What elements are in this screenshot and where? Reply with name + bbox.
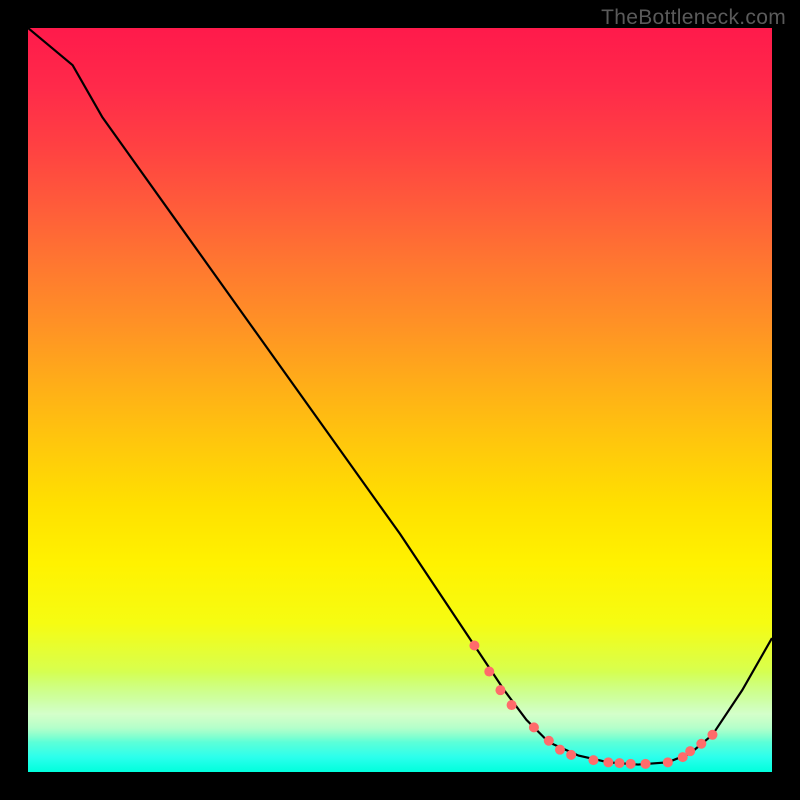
chart-svg: [28, 28, 772, 772]
marker-dot: [484, 667, 494, 677]
marker-dot: [641, 759, 651, 769]
marker-dots: [469, 641, 717, 769]
main-curve: [28, 28, 772, 765]
watermark-text: TheBottleneck.com: [601, 6, 786, 30]
marker-dot: [507, 700, 517, 710]
marker-dot: [555, 745, 565, 755]
marker-dot: [685, 746, 695, 756]
marker-dot: [469, 641, 479, 651]
marker-dot: [603, 757, 613, 767]
marker-dot: [663, 757, 673, 767]
marker-dot: [707, 730, 717, 740]
marker-dot: [544, 736, 554, 746]
marker-dot: [614, 758, 624, 768]
plot-area: [28, 28, 772, 772]
marker-dot: [529, 722, 539, 732]
marker-dot: [696, 739, 706, 749]
marker-dot: [566, 750, 576, 760]
marker-dot: [588, 755, 598, 765]
marker-dot: [495, 685, 505, 695]
marker-dot: [626, 759, 636, 769]
